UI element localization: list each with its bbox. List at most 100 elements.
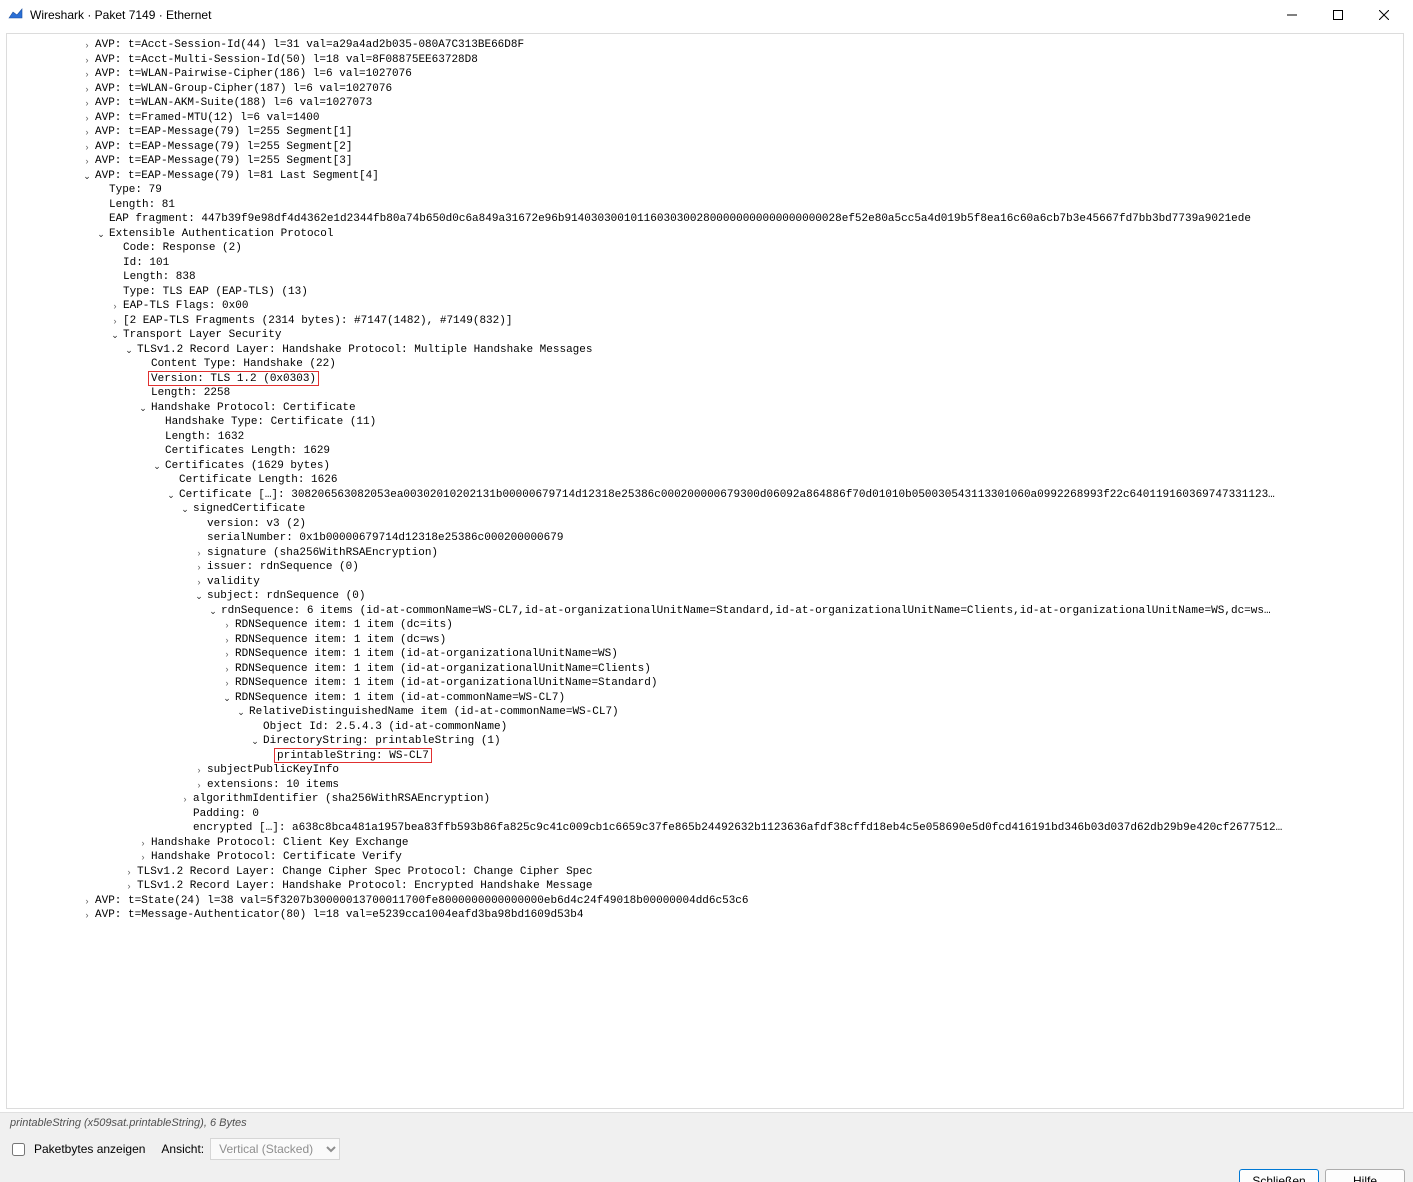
tree-toggle-closed-icon[interactable]: › bbox=[221, 618, 233, 633]
tree-toggle-closed-icon[interactable]: › bbox=[221, 647, 233, 662]
tree-toggle-closed-icon[interactable]: › bbox=[221, 662, 233, 677]
tree-toggle-open-icon[interactable]: ⌄ bbox=[165, 488, 177, 503]
view-select[interactable]: Vertical (Stacked) bbox=[210, 1138, 340, 1160]
tree-row[interactable]: EAP fragment: 447b39f9e98df4d4362e1d2344… bbox=[7, 212, 1403, 227]
tree-row[interactable]: ⌄Transport Layer Security bbox=[7, 328, 1403, 343]
tree-toggle-open-icon[interactable]: ⌄ bbox=[221, 691, 233, 706]
tree-row[interactable]: ⌄RDNSequence item: 1 item (id-at-commonN… bbox=[7, 691, 1403, 706]
tree-row[interactable]: Length: 1632 bbox=[7, 430, 1403, 445]
tree-toggle-closed-icon[interactable]: › bbox=[81, 894, 93, 909]
tree-row[interactable]: Length: 81 bbox=[7, 198, 1403, 213]
tree-toggle-closed-icon[interactable]: › bbox=[81, 908, 93, 923]
tree-row[interactable]: ›AVP: t=WLAN-Pairwise-Cipher(186) l=6 va… bbox=[7, 67, 1403, 82]
tree-row[interactable]: ›extensions: 10 items bbox=[7, 778, 1403, 793]
close-dialog-button[interactable]: Schließen bbox=[1239, 1169, 1319, 1182]
tree-row[interactable]: ›AVP: t=Framed-MTU(12) l=6 val=1400 bbox=[7, 111, 1403, 126]
tree-row[interactable]: ›RDNSequence item: 1 item (id-at-organiz… bbox=[7, 662, 1403, 677]
tree-toggle-closed-icon[interactable]: › bbox=[81, 38, 93, 53]
tree-row[interactable]: ›TLSv1.2 Record Layer: Change Cipher Spe… bbox=[7, 865, 1403, 880]
tree-row[interactable]: Certificate Length: 1626 bbox=[7, 473, 1403, 488]
tree-row[interactable]: ›validity bbox=[7, 575, 1403, 590]
tree-toggle-closed-icon[interactable]: › bbox=[81, 111, 93, 126]
tree-row[interactable]: ›RDNSequence item: 1 item (dc=ws) bbox=[7, 633, 1403, 648]
tree-row[interactable]: Type: TLS EAP (EAP-TLS) (13) bbox=[7, 285, 1403, 300]
tree-toggle-open-icon[interactable]: ⌄ bbox=[207, 604, 219, 619]
tree-toggle-open-icon[interactable]: ⌄ bbox=[123, 343, 135, 358]
tree-row[interactable]: ›[2 EAP-TLS Fragments (2314 bytes): #714… bbox=[7, 314, 1403, 329]
tree-row[interactable]: ›AVP: t=EAP-Message(79) l=255 Segment[1] bbox=[7, 125, 1403, 140]
help-button[interactable]: Hilfe bbox=[1325, 1169, 1405, 1182]
tree-row[interactable]: ⌄rdnSequence: 6 items (id-at-commonName=… bbox=[7, 604, 1403, 619]
tree-toggle-closed-icon[interactable]: › bbox=[81, 67, 93, 82]
tree-row[interactable]: ›signature (sha256WithRSAEncryption) bbox=[7, 546, 1403, 561]
tree-toggle-open-icon[interactable]: ⌄ bbox=[249, 734, 261, 749]
tree-row[interactable]: ›AVP: t=Acct-Session-Id(44) l=31 val=a29… bbox=[7, 38, 1403, 53]
tree-toggle-open-icon[interactable]: ⌄ bbox=[81, 169, 93, 184]
tree-toggle-open-icon[interactable]: ⌄ bbox=[137, 401, 149, 416]
tree-row[interactable]: ›AVP: t=Acct-Multi-Session-Id(50) l=18 v… bbox=[7, 53, 1403, 68]
tree-row[interactable]: ›AVP: t=Message-Authenticator(80) l=18 v… bbox=[7, 908, 1403, 923]
tree-toggle-closed-icon[interactable]: › bbox=[81, 96, 93, 111]
tree-toggle-closed-icon[interactable]: › bbox=[81, 82, 93, 97]
tree-toggle-closed-icon[interactable]: › bbox=[123, 879, 135, 894]
close-button[interactable] bbox=[1361, 0, 1407, 30]
tree-row[interactable]: version: v3 (2) bbox=[7, 517, 1403, 532]
tree-row[interactable]: ⌄RelativeDistinguishedName item (id-at-c… bbox=[7, 705, 1403, 720]
tree-toggle-open-icon[interactable]: ⌄ bbox=[235, 705, 247, 720]
tree-row[interactable]: ›AVP: t=EAP-Message(79) l=255 Segment[2] bbox=[7, 140, 1403, 155]
tree-row[interactable]: Type: 79 bbox=[7, 183, 1403, 198]
packet-details-tree[interactable]: ›AVP: t=Acct-Session-Id(44) l=31 val=a29… bbox=[7, 34, 1403, 927]
tree-toggle-closed-icon[interactable]: › bbox=[109, 314, 121, 329]
tree-row[interactable]: ⌄Handshake Protocol: Certificate bbox=[7, 401, 1403, 416]
tree-row[interactable]: Length: 838 bbox=[7, 270, 1403, 285]
tree-row[interactable]: Version: TLS 1.2 (0x0303) bbox=[7, 372, 1403, 387]
tree-row[interactable]: ⌄TLSv1.2 Record Layer: Handshake Protoco… bbox=[7, 343, 1403, 358]
tree-toggle-closed-icon[interactable]: › bbox=[123, 865, 135, 880]
tree-row[interactable]: ⌄Certificates (1629 bytes) bbox=[7, 459, 1403, 474]
tree-row[interactable]: ›algorithmIdentifier (sha256WithRSAEncry… bbox=[7, 792, 1403, 807]
tree-row[interactable]: serialNumber: 0x1b00000679714d12318e2538… bbox=[7, 531, 1403, 546]
tree-row[interactable]: ›subjectPublicKeyInfo bbox=[7, 763, 1403, 778]
tree-row[interactable]: ⌄signedCertificate bbox=[7, 502, 1403, 517]
minimize-button[interactable] bbox=[1269, 0, 1315, 30]
tree-row[interactable]: Handshake Type: Certificate (11) bbox=[7, 415, 1403, 430]
tree-row[interactable]: Id: 101 bbox=[7, 256, 1403, 271]
tree-toggle-open-icon[interactable]: ⌄ bbox=[151, 459, 163, 474]
tree-row[interactable]: ›TLSv1.2 Record Layer: Handshake Protoco… bbox=[7, 879, 1403, 894]
tree-row[interactable]: ⌄DirectoryString: printableString (1) bbox=[7, 734, 1403, 749]
tree-row[interactable]: ›RDNSequence item: 1 item (id-at-organiz… bbox=[7, 647, 1403, 662]
packet-details-pane[interactable]: ›AVP: t=Acct-Session-Id(44) l=31 val=a29… bbox=[6, 33, 1404, 1109]
tree-row[interactable]: ›RDNSequence item: 1 item (id-at-organiz… bbox=[7, 676, 1403, 691]
show-packet-bytes-checkbox[interactable]: Paketbytes anzeigen bbox=[8, 1140, 145, 1159]
tree-toggle-closed-icon[interactable]: › bbox=[81, 154, 93, 169]
show-packet-bytes-input[interactable] bbox=[12, 1143, 25, 1156]
tree-row[interactable]: Content Type: Handshake (22) bbox=[7, 357, 1403, 372]
tree-toggle-closed-icon[interactable]: › bbox=[221, 633, 233, 648]
tree-row[interactable]: ⌄AVP: t=EAP-Message(79) l=81 Last Segmen… bbox=[7, 169, 1403, 184]
tree-toggle-closed-icon[interactable]: › bbox=[193, 575, 205, 590]
tree-row[interactable]: ›AVP: t=EAP-Message(79) l=255 Segment[3] bbox=[7, 154, 1403, 169]
tree-row[interactable]: encrypted […]: a638c8bca481a1957bea83ffb… bbox=[7, 821, 1403, 836]
tree-row[interactable]: ›AVP: t=State(24) l=38 val=5f3207b300000… bbox=[7, 894, 1403, 909]
tree-toggle-open-icon[interactable]: ⌄ bbox=[193, 589, 205, 604]
tree-toggle-closed-icon[interactable]: › bbox=[137, 850, 149, 865]
tree-toggle-closed-icon[interactable]: › bbox=[193, 546, 205, 561]
tree-toggle-closed-icon[interactable]: › bbox=[81, 53, 93, 68]
tree-row[interactable]: Padding: 0 bbox=[7, 807, 1403, 822]
tree-toggle-closed-icon[interactable]: › bbox=[81, 125, 93, 140]
tree-toggle-closed-icon[interactable]: › bbox=[193, 778, 205, 793]
tree-row[interactable]: ›Handshake Protocol: Certificate Verify bbox=[7, 850, 1403, 865]
tree-toggle-closed-icon[interactable]: › bbox=[109, 299, 121, 314]
tree-row[interactable]: Object Id: 2.5.4.3 (id-at-commonName) bbox=[7, 720, 1403, 735]
tree-row[interactable]: ›AVP: t=WLAN-AKM-Suite(188) l=6 val=1027… bbox=[7, 96, 1403, 111]
tree-toggle-closed-icon[interactable]: › bbox=[179, 792, 191, 807]
tree-row[interactable]: ›AVP: t=WLAN-Group-Cipher(187) l=6 val=1… bbox=[7, 82, 1403, 97]
tree-toggle-closed-icon[interactable]: › bbox=[193, 560, 205, 575]
tree-toggle-closed-icon[interactable]: › bbox=[221, 676, 233, 691]
tree-row[interactable]: ⌄subject: rdnSequence (0) bbox=[7, 589, 1403, 604]
tree-row[interactable]: ⌄Certificate […]: 308206563082053ea00302… bbox=[7, 488, 1403, 503]
tree-toggle-closed-icon[interactable]: › bbox=[193, 763, 205, 778]
tree-toggle-closed-icon[interactable]: › bbox=[81, 140, 93, 155]
tree-toggle-open-icon[interactable]: ⌄ bbox=[109, 328, 121, 343]
tree-row[interactable]: Code: Response (2) bbox=[7, 241, 1403, 256]
